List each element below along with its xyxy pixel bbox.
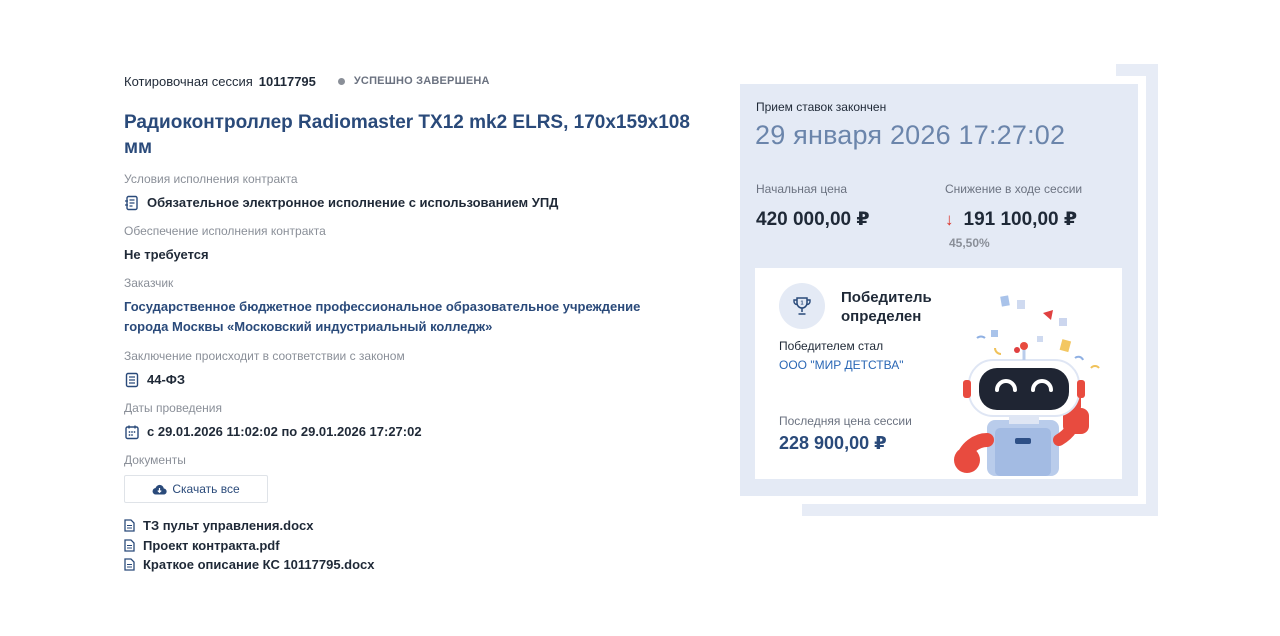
last-price: 228 900,00 ₽ [779,433,887,453]
file-icon [124,519,136,532]
law-value: 44-ФЗ [124,371,714,389]
winner-by-label: Победителем стал [779,339,884,353]
drop-value: ↓ 191 100,00 ₽ [945,208,1077,231]
bids-closed-label: Прием ставок закончен [756,100,887,114]
customer-link[interactable]: Государственное бюджетное профессиональн… [124,297,684,337]
status-badge: УСПЕШНО ЗАВЕРШЕНА [337,75,490,87]
dates-label: Даты проведения [124,401,222,415]
start-price: 420 000,00 ₽ [756,209,870,230]
robot-mascot-illustration [954,295,1100,476]
results-card: Прием ставок закончен 29 января 2026 17:… [740,84,1138,496]
session-header: Котировочная сессия 10117795 УСПЕШНО ЗАВ… [124,72,714,90]
cloud-download-icon [152,484,168,495]
documents-list: ТЗ пульт управления.docx Проект контракт… [124,516,714,575]
status-dot-icon [337,77,345,85]
file-icon [124,539,136,552]
page-title: Радиоконтроллер Radiomaster TX12 mk2 ELR… [124,112,690,158]
customer-label: Заказчик [124,276,174,290]
document-sign-icon [124,195,140,211]
law-text: 44-ФЗ [147,372,186,387]
document-link[interactable]: Проект контракта.pdf [124,536,714,556]
start-price-label: Начальная цена [756,182,848,196]
session-details: Котировочная сессия 10117795 УСПЕШНО ЗАВ… [124,72,714,575]
document-link[interactable]: Краткое описание КС 10117795.docx [124,555,714,575]
session-number: 10117795 [258,73,316,89]
calendar-icon [124,424,140,440]
dates-value: с 29.01.2026 11:02:02 по 29.01.2026 17:2… [124,423,714,441]
card-decor-frame-top [1116,64,1158,76]
last-price-label: Последняя цена сессии [779,414,912,428]
winner-name-link[interactable]: ООО "МИР ДЕТСТВА" [779,358,903,372]
closed-at: 29 января 2026 17:27:02 [755,120,1066,150]
drop-label: Снижение в ходе сессии [945,182,1083,196]
svg-text:1: 1 [800,301,803,307]
security-label: Обеспечение исполнения контракта [124,224,326,238]
security-value: Не требуется [124,247,209,262]
law-label: Заключение происходит в соответствии с з… [124,349,405,363]
trophy-icon: 1 [779,283,825,329]
document-name: ТЗ пульт управления.docx [143,518,314,534]
status-text: УСПЕШНО ЗАВЕРШЕНА [353,75,490,87]
file-icon [124,558,136,571]
contract-terms-text: Обязательное электронное исполнение с ис… [147,195,559,210]
drop-amount: 191 100,00 ₽ [963,209,1078,230]
contract-terms-value: Обязательное электронное исполнение с ис… [124,194,714,212]
down-arrow-icon: ↓ [945,209,954,229]
documents-label: Документы [124,453,186,467]
session-label: Котировочная сессия [124,73,253,89]
download-all-label: Скачать все [172,482,240,496]
winner-panel: 1 Победитель определен Победителем стал … [755,268,1122,479]
document-link[interactable]: ТЗ пульт управления.docx [124,516,714,536]
dates-text: с 29.01.2026 11:02:02 по 29.01.2026 17:2… [147,424,422,439]
document-list-icon [124,372,140,388]
contract-terms-label: Условия исполнения контракта [124,172,298,186]
download-all-button[interactable]: Скачать все [124,475,268,503]
document-name: Проект контракта.pdf [143,537,280,553]
drop-percent: 45,50% [949,236,990,250]
document-name: Краткое описание КС 10117795.docx [143,557,375,573]
